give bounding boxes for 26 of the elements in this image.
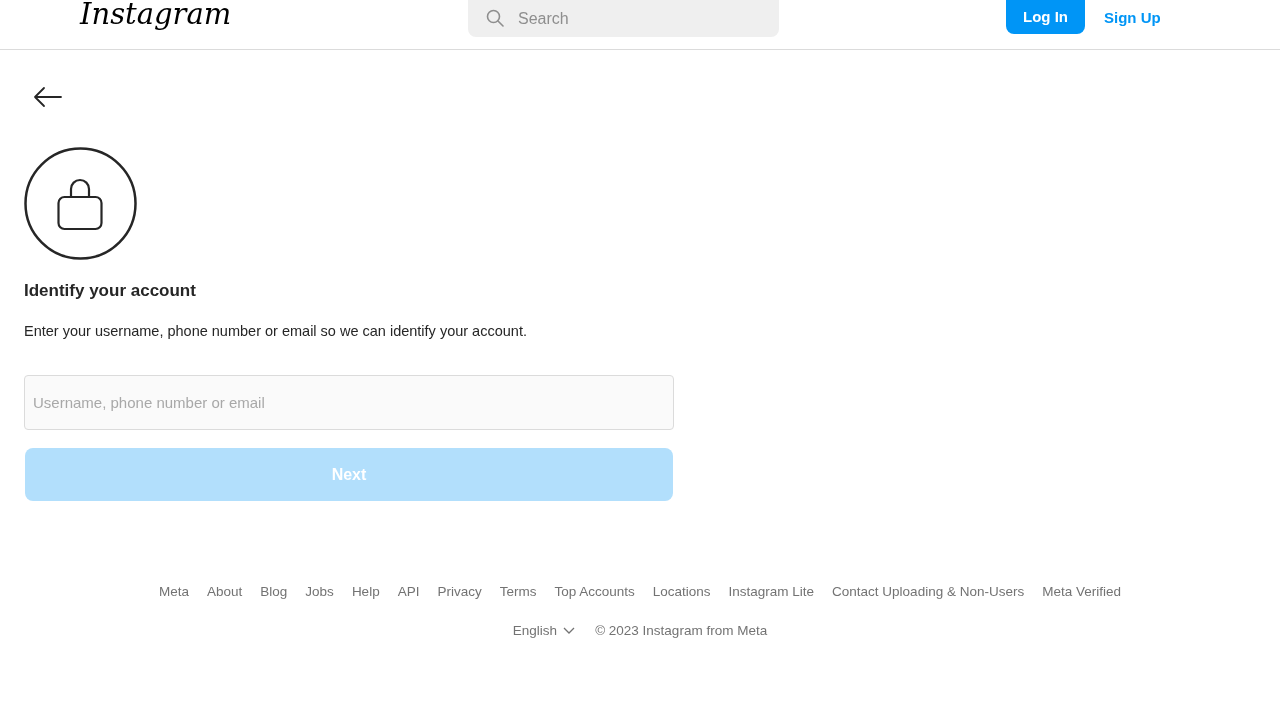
search-icon bbox=[486, 9, 504, 27]
lock-icon bbox=[24, 147, 137, 260]
page-heading: Identify your account bbox=[24, 280, 197, 302]
chevron-down-icon bbox=[563, 627, 576, 634]
login-button[interactable]: Log In bbox=[1006, 0, 1085, 34]
language-selector[interactable]: English bbox=[512, 623, 576, 638]
instruction-text: Enter your username, phone number or email so we can identify your account. bbox=[24, 322, 528, 341]
back-arrow-icon[interactable] bbox=[33, 86, 62, 108]
footer-link[interactable]: Instagram Lite bbox=[728, 584, 815, 599]
instagram-logo[interactable]: Instagram bbox=[80, 0, 380, 34]
username-field[interactable]: Username, phone number or email bbox=[24, 375, 674, 430]
footer-link[interactable]: Locations bbox=[652, 584, 711, 599]
footer-link[interactable]: Jobs bbox=[305, 584, 334, 599]
footer-link[interactable]: Blog bbox=[260, 584, 288, 599]
footer-link[interactable]: About bbox=[207, 584, 243, 599]
footer-link[interactable]: Meta bbox=[159, 584, 190, 599]
footer-link[interactable]: API bbox=[397, 584, 420, 599]
footer-link[interactable]: Top Accounts bbox=[554, 584, 635, 599]
search-field[interactable]: Search bbox=[468, 0, 779, 37]
footer-link[interactable]: Contact Uploading & Non-Users bbox=[832, 584, 1025, 599]
footer-link[interactable]: Meta Verified bbox=[1042, 584, 1121, 599]
footer-link[interactable]: Terms bbox=[499, 584, 537, 599]
footer-link[interactable]: Help bbox=[351, 584, 380, 599]
signup-link[interactable]: Sign Up bbox=[1104, 0, 1161, 35]
copyright-text: © 2023 Instagram from Meta bbox=[595, 623, 768, 638]
footer-link[interactable]: Privacy bbox=[437, 584, 482, 599]
